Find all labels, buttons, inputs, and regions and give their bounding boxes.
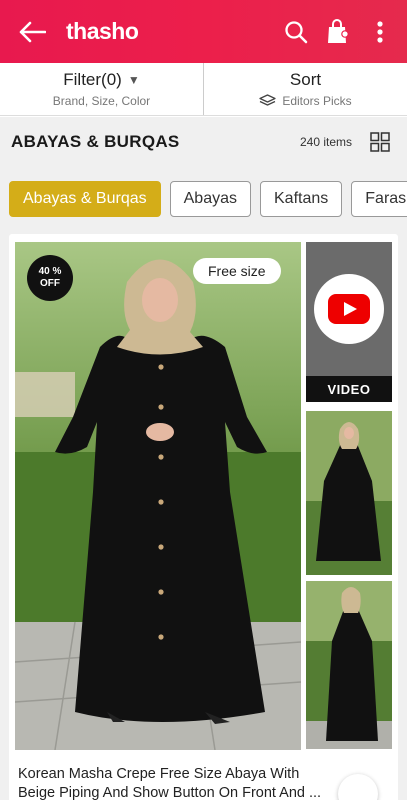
shopping-bag-icon	[328, 18, 349, 43]
grid-view-icon[interactable]	[370, 132, 390, 152]
item-count: 240 items	[299, 135, 352, 149]
search-button[interactable]	[283, 19, 309, 45]
chip-farasha[interactable]: Farasha	[351, 181, 407, 217]
video-thumbnail[interactable]: VIDEO	[306, 242, 392, 402]
subcategory-chips: Abayas & Burqas Abayas Kaftans Farasha	[0, 167, 407, 231]
product-card[interactable]: 40 % OFF Free size VIDEO Korean Masha Cr…	[9, 234, 398, 800]
sort-subtitle: Editors Picks	[282, 94, 352, 108]
product-title[interactable]: Korean Masha Crepe Free Size Abaya With …	[18, 765, 330, 800]
product-thumbnail-2[interactable]	[306, 411, 392, 575]
thumbnail-photo	[306, 411, 392, 575]
more-options-button[interactable]	[367, 19, 393, 45]
filter-label: Filter(0)	[63, 70, 122, 89]
size-tag: Free size	[193, 258, 281, 284]
youtube-play-icon	[328, 294, 370, 324]
product-thumbnail-3[interactable]	[306, 581, 392, 749]
caret-down-icon: ▼	[127, 73, 140, 87]
category-title: ABAYAS & BURQAS	[11, 132, 180, 151]
app-logo[interactable]: thasho	[66, 18, 139, 45]
more-vertical-icon	[377, 20, 383, 43]
layers-icon	[259, 94, 276, 106]
cart-button[interactable]	[325, 18, 351, 45]
wishlist-button[interactable]	[338, 774, 378, 800]
app-header: thasho	[0, 0, 407, 63]
filter-sort-bar: Filter(0) ▼ Brand, Size, Color Sort Edit…	[0, 63, 407, 116]
discount-value: 40 %	[38, 266, 62, 277]
discount-badge: 40 % OFF	[27, 255, 73, 301]
sort-button[interactable]: Sort Editors Picks	[204, 63, 407, 115]
filter-subtitle: Brand, Size, Color	[52, 94, 151, 108]
chip-abayas[interactable]: Abayas	[169, 181, 251, 217]
product-main-image[interactable]: 40 % OFF Free size	[15, 242, 301, 750]
chip-abayas-burqas[interactable]: Abayas & Burqas	[9, 181, 161, 217]
video-label: VIDEO	[306, 376, 392, 402]
back-arrow-icon	[19, 21, 46, 42]
sort-label: Sort	[289, 70, 322, 89]
discount-label: OFF	[40, 278, 60, 289]
play-video-button[interactable]	[314, 274, 384, 344]
product-photo	[15, 242, 301, 750]
thumbnail-photo	[306, 581, 392, 749]
chip-kaftans[interactable]: Kaftans	[260, 181, 343, 217]
search-icon	[285, 20, 308, 43]
filter-button[interactable]: Filter(0) ▼ Brand, Size, Color	[0, 63, 204, 115]
category-header: ABAYAS & BURQAS 240 items	[0, 117, 407, 167]
back-button[interactable]	[18, 20, 48, 44]
